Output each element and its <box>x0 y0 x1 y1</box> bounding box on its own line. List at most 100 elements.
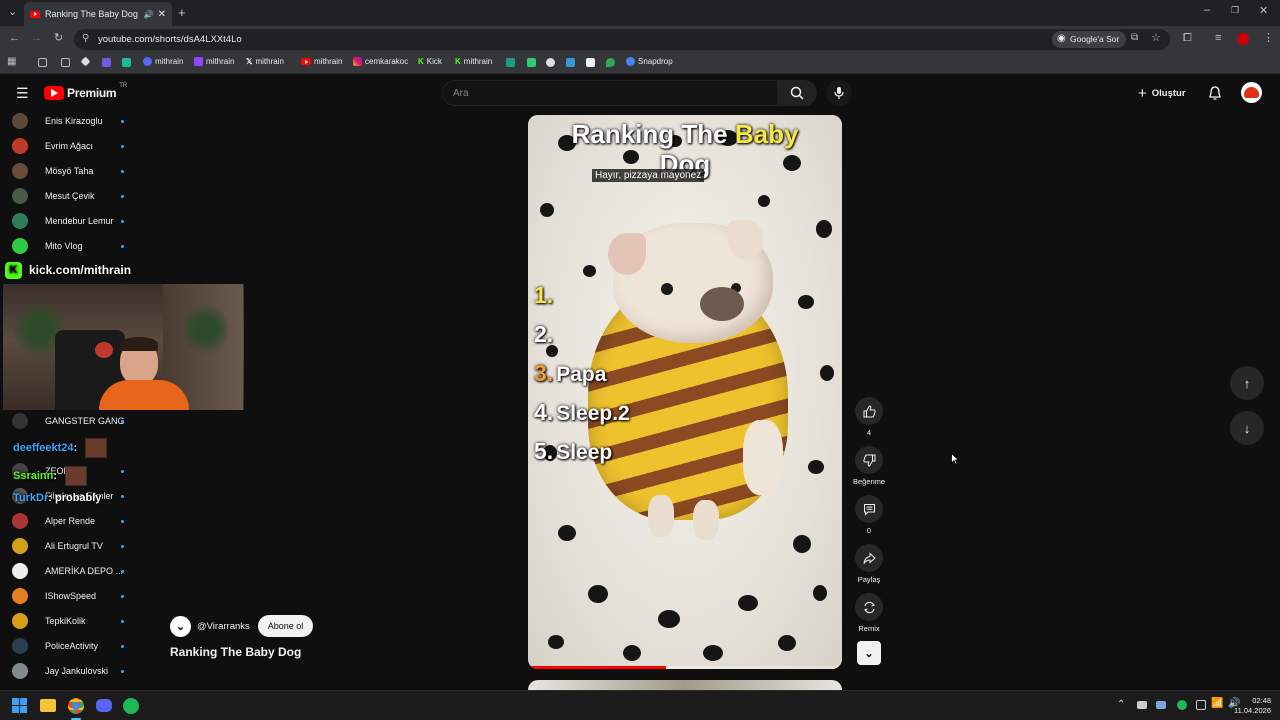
youtube-icon <box>301 58 311 65</box>
channel-avatar[interactable]: ⌄ <box>170 615 191 637</box>
reload-icon[interactable]: ↻ <box>54 33 63 44</box>
spotify-taskbar-icon[interactable] <box>123 698 139 714</box>
sidebar-item[interactable]: Ali Ertugrul TV <box>12 536 103 556</box>
media-controls-icon[interactable]: ≡ <box>1215 33 1221 44</box>
tray-app-icon[interactable] <box>1156 701 1166 709</box>
previous-short-button[interactable]: ↑ <box>1230 366 1264 400</box>
sidebar-item-label: Mösyö Taha <box>45 166 94 176</box>
streamer-hair <box>120 337 158 351</box>
tray-chevron-icon[interactable]: ⌃ <box>1117 699 1125 710</box>
sidebar-item[interactable]: Mendebur Lemur <box>12 211 114 231</box>
comments-button[interactable]: 0 <box>853 495 885 535</box>
maximize-icon[interactable]: ❐ <box>1231 6 1239 15</box>
search-input[interactable]: Ara <box>442 80 778 106</box>
sidebar-item[interactable]: Jay Jankulovski <box>12 661 108 681</box>
menu-icon[interactable]: ☰ <box>16 85 29 102</box>
tray-app-icon[interactable] <box>1137 701 1147 709</box>
expand-button[interactable]: ⌄ <box>857 641 881 665</box>
window-close-icon[interactable]: ✕ <box>1259 6 1268 17</box>
bookmark-twitch[interactable]: mithrain <box>194 57 234 66</box>
sidebar-item[interactable]: Mesut Çevik <box>12 186 95 206</box>
maps-icon[interactable] <box>606 58 615 67</box>
tab-audio-icon[interactable]: 🔊 <box>144 10 154 19</box>
like-button[interactable]: 4 <box>853 397 885 437</box>
sidebar-item[interactable]: Mito Vlog <box>12 236 83 256</box>
webcam-feed <box>3 284 244 410</box>
bookmark-icon[interactable] <box>102 58 111 67</box>
dislike-circle <box>855 446 883 474</box>
microphone-icon <box>834 87 844 99</box>
bookmark-icon[interactable] <box>506 58 515 67</box>
notifications-bell-icon[interactable] <box>1208 86 1222 101</box>
chrome-taskbar-icon[interactable] <box>68 698 84 714</box>
clock[interactable]: 02:48 11.04.2026 <box>1229 696 1271 716</box>
bookmark-icon[interactable] <box>546 58 555 67</box>
chrome-menu-icon[interactable]: ⋮ <box>1263 33 1274 44</box>
dislike-button[interactable]: Beğenme <box>853 446 885 486</box>
browser-tab[interactable]: Ranking The Baby Dog - Yo 🔊 ✕ <box>24 2 172 26</box>
account-avatar[interactable] <box>1241 82 1262 103</box>
tab-close-icon[interactable]: ✕ <box>158 9 166 20</box>
tab-search-icon[interactable]: ⌄ <box>8 7 17 18</box>
sidebar-item[interactable]: Enis Kirazoglu <box>12 111 103 131</box>
profile-avatar[interactable] <box>1237 33 1249 45</box>
folder-icon[interactable] <box>61 58 70 67</box>
bookmark-icon[interactable] <box>122 58 131 67</box>
bookmark-instagram[interactable]: cemkarakoc <box>353 57 408 66</box>
bookmark-diamond-icon[interactable] <box>80 56 91 67</box>
forward-icon[interactable]: → <box>31 33 42 44</box>
sidebar-item[interactable]: Evrim Ağacı <box>12 136 93 156</box>
extensions-icon[interactable]: ⧠ <box>1183 33 1192 44</box>
rank-row: 3. Papa <box>534 360 606 387</box>
network-icon[interactable]: 📶 <box>1211 698 1223 709</box>
subscribe-button[interactable]: Abone ol <box>257 615 314 637</box>
search-button[interactable] <box>777 80 817 106</box>
site-info-icon[interactable]: ⚲ <box>82 33 89 44</box>
address-bar[interactable]: ⚲ youtube.com/shorts/dsA4LXXt4Lo ◉ Googl… <box>74 29 1170 50</box>
sidebar-item[interactable]: Alper Rende <box>12 511 95 531</box>
cast-icon[interactable]: ⧉ <box>1131 32 1138 43</box>
sidebar-item[interactable]: PoliceActivity <box>12 636 98 656</box>
channel-avatar <box>12 163 28 179</box>
bookmark-x[interactable]: 𝕏mithrain <box>246 57 284 66</box>
remix-button[interactable]: Remix <box>853 593 885 633</box>
discord-taskbar-icon[interactable] <box>96 699 112 712</box>
start-button[interactable] <box>12 698 27 713</box>
sidebar-item[interactable]: GANGSTER GANG <box>12 411 125 431</box>
bookmark-icon[interactable] <box>586 58 595 67</box>
next-video-preview[interactable] <box>528 680 842 690</box>
chevron-down-icon: ⌄ <box>864 647 874 660</box>
sidebar-item[interactable]: IShowSpeed <box>12 586 96 606</box>
shorts-video-player[interactable]: Ranking The Baby Dog Hayır, pizzaya mayo… <box>528 115 842 669</box>
voice-search-button[interactable] <box>826 80 852 106</box>
tray-app-icon[interactable] <box>1196 700 1206 710</box>
bookmark-icon[interactable] <box>527 58 536 67</box>
sidebar-item[interactable]: TepkiKolik <box>12 611 86 631</box>
bookmark-youtube[interactable]: mithrain <box>301 57 342 66</box>
minimize-icon[interactable]: – <box>1204 5 1210 16</box>
youtube-logo[interactable]: Premium TR <box>44 83 127 100</box>
share-button[interactable]: Paylaş <box>853 544 885 584</box>
create-button[interactable]: + Oluştur <box>1138 85 1186 102</box>
bookmark-discord[interactable]: mithrain <box>143 57 183 66</box>
file-explorer-icon[interactable] <box>40 699 56 712</box>
discord-icon <box>143 57 152 66</box>
next-short-button[interactable]: ↓ <box>1230 411 1264 445</box>
sidebar-item[interactable]: AMERİKA DEPO ... <box>12 561 123 581</box>
sidebar-item[interactable]: Mösyö Taha <box>12 161 93 181</box>
new-tab-icon[interactable]: + <box>178 6 186 19</box>
bookmark-kick-mithrain[interactable]: Kmithrain <box>455 57 492 66</box>
rank-row: 2. <box>534 321 556 348</box>
bookmark-star-icon[interactable]: ☆ <box>1151 31 1161 44</box>
short-title[interactable]: Ranking The Baby Dog <box>170 645 301 659</box>
video-progress-track[interactable] <box>528 666 842 669</box>
google-lens-chip[interactable]: ◉ Google'a Sor <box>1052 31 1127 48</box>
tray-spotify-icon[interactable] <box>1177 700 1187 710</box>
folder-icon[interactable] <box>38 58 47 67</box>
channel-name[interactable]: @Virarranks <box>197 621 250 632</box>
bookmark-snapdrop[interactable]: Snapdrop <box>626 57 673 66</box>
back-icon[interactable]: ← <box>9 33 20 44</box>
bookmark-icon[interactable] <box>566 58 575 67</box>
bookmark-kick[interactable]: K Kick <box>418 57 442 66</box>
apps-grid-icon[interactable]: ▦ <box>7 57 16 67</box>
